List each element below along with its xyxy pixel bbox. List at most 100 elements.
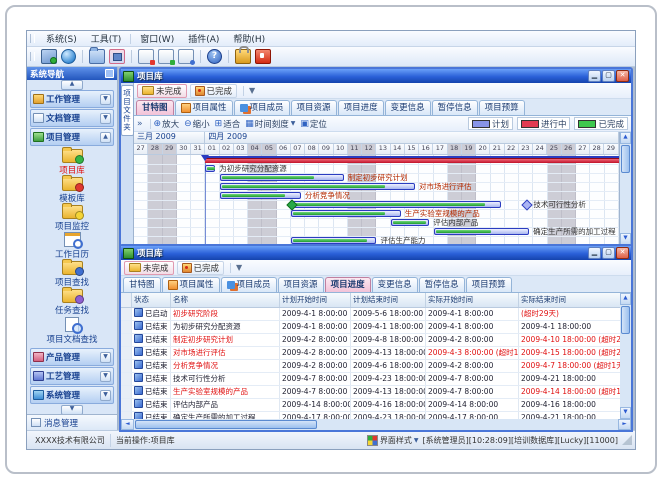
column-header[interactable]: 计划开始时间 bbox=[280, 293, 351, 307]
scroll-down-arrow[interactable]: ▼ bbox=[620, 407, 631, 419]
sidebar-group-system[interactable]: 系统管理▼ bbox=[30, 386, 114, 404]
sidebar-group-project[interactable]: 项目管理▲ bbox=[30, 128, 114, 146]
mail-user-icon[interactable] bbox=[178, 49, 194, 64]
tab-progress-0[interactable]: 甘特图 bbox=[123, 277, 161, 292]
timescale-tool[interactable]: ▦时间刻度▼ bbox=[245, 118, 295, 130]
scroll-up-arrow[interactable]: ▲ bbox=[620, 293, 631, 305]
sidebar-item[interactable]: 项目监控 bbox=[27, 205, 117, 232]
locate-tool[interactable]: ▣定位 bbox=[300, 118, 327, 130]
scroll-up-button[interactable]: ▲ bbox=[61, 80, 83, 90]
gantt-vertical-scrollbar[interactable]: ▲ ▼ bbox=[620, 132, 631, 245]
sidebar-item[interactable]: 工作日历 bbox=[27, 232, 117, 260]
sidebar-item[interactable]: 任务查找 bbox=[27, 289, 117, 316]
column-header[interactable]: 状态 bbox=[132, 293, 171, 307]
menu-item[interactable]: 工具(T) bbox=[84, 31, 129, 46]
maximize-button[interactable]: ▢ bbox=[602, 70, 615, 82]
table-row[interactable]: 已启动初步研究阶段2009-4-1 8:00:002009-5-6 18:00:… bbox=[121, 308, 620, 321]
window2-titlebar[interactable]: 项目库 ▁ ▢ ✕ bbox=[121, 246, 631, 260]
column-header[interactable]: 名称 bbox=[171, 293, 280, 307]
filter-finished-button[interactable]: 已完成 bbox=[190, 84, 238, 98]
zoom-in-tool[interactable]: ⊕放大 bbox=[154, 118, 180, 130]
gantt-task-bar[interactable] bbox=[391, 219, 430, 226]
tab-gantt-5[interactable]: 变更信息 bbox=[385, 100, 431, 115]
tab-progress-2[interactable]: 项目成员 bbox=[221, 277, 277, 292]
scroll-right-arrow[interactable]: ► bbox=[618, 419, 631, 430]
gantt-task-bar[interactable] bbox=[205, 165, 215, 172]
folder-open-icon[interactable] bbox=[89, 49, 105, 64]
filter-more-button[interactable]: ▼ bbox=[236, 263, 242, 272]
table-row[interactable]: 已结束生产实验室规模的产品2009-4-7 8:00:002009-4-13 1… bbox=[121, 386, 620, 399]
maximize-button[interactable]: ▢ bbox=[602, 247, 615, 259]
zoom-out-tool[interactable]: ⊖缩小 bbox=[184, 118, 210, 130]
mail-new-icon[interactable] bbox=[138, 49, 154, 64]
table-row[interactable]: 已结束技术可行性分析2009-4-7 8:00:002009-4-23 18:0… bbox=[121, 373, 620, 386]
group-arrow-icon[interactable]: ▼ bbox=[100, 113, 111, 124]
table-row[interactable]: 已结束对市场进行评估2009-4-2 8:00:002009-4-13 18:0… bbox=[121, 347, 620, 360]
help-icon[interactable]: ? bbox=[207, 49, 222, 64]
filter-unfinished-button[interactable]: 未完成 bbox=[124, 261, 174, 275]
menu-item[interactable]: 系统(S) bbox=[39, 31, 84, 46]
scroll-down-button[interactable]: ▼ bbox=[61, 405, 83, 415]
mail-check-icon[interactable] bbox=[158, 49, 174, 64]
table-horizontal-scrollbar[interactable]: ◄ ► bbox=[121, 419, 631, 430]
group-arrow-icon[interactable]: ▲ bbox=[100, 132, 111, 143]
gantt-task-bar[interactable] bbox=[291, 201, 501, 208]
close-button[interactable]: ✕ bbox=[616, 70, 629, 82]
gantt-task-bar[interactable] bbox=[291, 210, 401, 217]
group-arrow-icon[interactable]: ▼ bbox=[100, 94, 111, 105]
filter-more-button[interactable]: ▼ bbox=[249, 86, 255, 95]
table-row[interactable]: 已结束确定生产所需的加工过程2009-4-17 8:00:002009-4-23… bbox=[121, 412, 620, 419]
globe-icon[interactable] bbox=[61, 49, 76, 64]
column-header[interactable]: 计划结束时间 bbox=[351, 293, 426, 307]
group-arrow-icon[interactable]: ▼ bbox=[100, 390, 111, 401]
tab-progress-4[interactable]: 项目进度 bbox=[325, 277, 371, 292]
sidebar-item[interactable]: 项目库 bbox=[27, 149, 117, 176]
current-folder-vertical-tab[interactable]: 项目文件夹 bbox=[121, 85, 134, 136]
style-selector[interactable]: 界面样式 bbox=[380, 435, 412, 446]
gantt-task-bar[interactable] bbox=[220, 183, 415, 190]
fit-tool[interactable]: ⊞适合 bbox=[215, 118, 241, 130]
sidebar-item[interactable]: 模板库 bbox=[27, 177, 117, 204]
tab-progress-3[interactable]: 项目资源 bbox=[278, 277, 324, 292]
summary-progress-bar[interactable] bbox=[205, 158, 619, 163]
window1-titlebar[interactable]: 项目库 ▁ ▢ ✕ bbox=[121, 69, 631, 83]
sidebar-group-craft[interactable]: 工艺管理▼ bbox=[30, 367, 114, 385]
table-vertical-scrollbar[interactable]: ▲ ▼ bbox=[620, 293, 631, 419]
exit-icon[interactable] bbox=[255, 49, 271, 64]
sidebar-item[interactable]: 项目查找 bbox=[27, 261, 117, 288]
close-button[interactable]: ✕ bbox=[616, 247, 629, 259]
tab-progress-6[interactable]: 暂停信息 bbox=[419, 277, 465, 292]
scroll-up-arrow[interactable]: ▲ bbox=[620, 132, 631, 144]
scroll-thumb[interactable] bbox=[621, 306, 630, 334]
folder-save-icon[interactable] bbox=[109, 49, 125, 64]
menu-item[interactable]: 窗口(W) bbox=[133, 31, 181, 46]
sidebar-group-doc[interactable]: 文档管理▼ bbox=[30, 109, 114, 127]
tab-gantt-7[interactable]: 项目预算 bbox=[479, 100, 525, 115]
table-row[interactable]: 已结束评估内部产品2009-4-14 8:00:002009-4-16 18:0… bbox=[121, 399, 620, 412]
chevron-down-icon[interactable]: ▼ bbox=[414, 437, 419, 444]
gantt-task-bar[interactable] bbox=[220, 174, 344, 181]
gantt-task-bar[interactable] bbox=[291, 237, 377, 244]
minimize-button[interactable]: ▁ bbox=[588, 70, 601, 82]
sidebar-item[interactable]: 项目文档查找 bbox=[27, 317, 117, 345]
resize-grip[interactable] bbox=[622, 435, 632, 445]
filter-finished-button[interactable]: 已完成 bbox=[177, 261, 225, 275]
pin-icon[interactable] bbox=[105, 69, 114, 78]
toolbar-overflow-button[interactable]: » bbox=[137, 119, 143, 129]
group-arrow-icon[interactable]: ▼ bbox=[100, 352, 111, 363]
tab-gantt-1[interactable]: 项目属性 bbox=[175, 100, 233, 115]
tab-progress-5[interactable]: 变更信息 bbox=[372, 277, 418, 292]
gantt-task-bar[interactable] bbox=[220, 192, 301, 199]
scroll-thumb[interactable] bbox=[621, 145, 630, 173]
sync-computer-icon[interactable] bbox=[41, 49, 57, 64]
menu-item[interactable]: 帮助(H) bbox=[226, 31, 272, 46]
tab-progress-1[interactable]: 项目属性 bbox=[162, 277, 220, 292]
menu-item[interactable]: 插件(A) bbox=[181, 31, 226, 46]
table-row[interactable]: 已结束分析竞争情况2009-4-2 8:00:002009-4-6 18:00:… bbox=[121, 360, 620, 373]
tab-progress-7[interactable]: 项目预算 bbox=[466, 277, 512, 292]
sidebar-group-product[interactable]: 产品管理▼ bbox=[30, 348, 114, 366]
scroll-left-arrow[interactable]: ◄ bbox=[121, 419, 134, 430]
tab-gantt-4[interactable]: 项目进度 bbox=[338, 100, 384, 115]
table-row[interactable]: 已结束为初步研究分配资源2009-4-1 8:00:002009-4-1 18:… bbox=[121, 321, 620, 334]
tab-gantt-6[interactable]: 暂停信息 bbox=[432, 100, 478, 115]
